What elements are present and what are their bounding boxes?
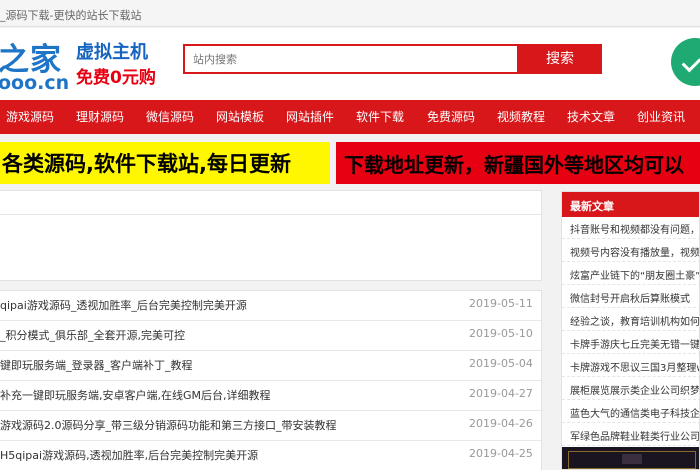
main-nav: 游戏源码 理财源码 微信源码 网站模板 网站插件 软件下载 免费源码 视频教程 … [0, 100, 700, 134]
article-title[interactable]: 游戏源码2.0源码分享_带三级分销源码功能和第三方接口_带安装教程 [0, 417, 440, 433]
nav-item-startup-news[interactable]: 创业资讯 [637, 100, 685, 134]
search-button[interactable]: 搜索 [518, 44, 602, 74]
nav-item-tech-articles[interactable]: 技术文章 [567, 100, 615, 134]
sidebar-article[interactable]: 蓝色大气的通信类电子科技企业 [562, 401, 699, 423]
browser-title-bar: _源码下载-更快的站长下载站 [0, 0, 700, 27]
banner-left-text: 各类源码,软件下载站,每日更新 [2, 152, 291, 176]
article-date: 2019-05-11 [469, 297, 533, 310]
list-item[interactable]: 补充一键即玩服务端,安卓客户端,在线GM后台,详细教程 2019-04-27 [0, 381, 541, 411]
site-logo-domain[interactable]: ooo.cn [0, 72, 69, 94]
sidebar-article[interactable]: 炫富产业链下的“朋友圈土豪” [562, 263, 699, 285]
page-title: _源码下载-更快的站长下载站 [0, 9, 142, 22]
site-header: 之家 ooo.cn 虚拟主机 免费0元购 搜索 [0, 28, 700, 100]
nav-item-wechat-source[interactable]: 微信源码 [146, 100, 194, 134]
sidebar-article-title[interactable]: 微信封号开启秋后算账模式 [570, 290, 690, 305]
article-title[interactable]: 补充一键即玩服务端,安卓客户端,在线GM后台,详细教程 [0, 387, 440, 403]
banner-right-text: 下载地址更新，新疆国外等地区均可以 [344, 153, 684, 177]
sidebar-article[interactable]: 抖音账号和视频都没有问题，为 [562, 217, 699, 239]
search-input[interactable] [183, 44, 519, 74]
list-item[interactable]: _积分模式_俱乐部_全套开源,完美可控 2019-05-10 [0, 321, 541, 351]
sidebar-article-title[interactable]: 军绿色品牌鞋业鞋类行业公司织 [570, 428, 699, 443]
article-date: 2019-04-26 [469, 417, 533, 430]
nav-item-game-source[interactable]: 游戏源码 [6, 100, 54, 134]
sidebar-article-title[interactable]: 卡牌游戏不思议三国3月整理wi [570, 359, 699, 374]
nav-item-software[interactable]: 软件下载 [356, 100, 404, 134]
content-panel [0, 190, 542, 281]
sidebar-article-title[interactable]: 卡牌手游庆七丘完美无错一键即 [570, 336, 699, 351]
hosting-ad-subtitle[interactable]: 免费0元购 [76, 63, 156, 88]
sidebar-article-title[interactable]: 抖音账号和视频都没有问题，为 [570, 221, 699, 236]
list-item[interactable]: 键即玩服务端_登录器_客户端补丁_教程 2019-05-04 [0, 351, 541, 381]
nav-item-finance-source[interactable]: 理财源码 [76, 100, 124, 134]
sidebar-article-title[interactable]: 经验之谈，教育培训机构如何做 [570, 313, 699, 328]
sidebar-article-title[interactable]: 蓝色大气的通信类电子科技企业 [570, 405, 699, 420]
article-title[interactable]: 键即玩服务端_登录器_客户端补丁_教程 [0, 357, 440, 373]
article-date: 2019-04-27 [469, 387, 533, 400]
hosting-ad-title[interactable]: 虚拟主机 [76, 38, 148, 64]
sidebar-article[interactable]: 卡牌手游庆七丘完美无错一键即 [562, 332, 699, 354]
list-item[interactable]: 游戏源码2.0源码分享_带三级分销源码功能和第三方接口_带安装教程 2019-0… [0, 411, 541, 441]
page: _源码下载-更快的站长下载站 之家 ooo.cn 虚拟主机 免费0元购 搜索 游… [0, 0, 700, 470]
sidebar-title: 最新文章 [570, 200, 614, 213]
list-item[interactable]: H5qipai游戏源码,透视加胜率,后台完美控制完美开源 2019-04-25 [0, 441, 541, 470]
article-date: 2019-05-04 [469, 357, 533, 370]
sidebar-article[interactable]: 军绿色品牌鞋业鞋类行业公司织 [562, 424, 699, 446]
sidebar-article-title[interactable]: 炫富产业链下的“朋友圈土豪” [570, 267, 699, 282]
list-item[interactable]: qipai游戏源码_透视加胜率_后台完美控制完美开源 2019-05-11 [0, 291, 541, 321]
sidebar-ad-image[interactable] [562, 447, 699, 469]
article-title[interactable]: H5qipai游戏源码,透视加胜率,后台完美控制完美开源 [0, 447, 440, 463]
nav-item-video-tutorials[interactable]: 视频教程 [497, 100, 545, 134]
check-badge-icon[interactable] [671, 38, 700, 86]
sidebar-header: 最新文章 [562, 192, 699, 217]
article-date: 2019-04-25 [469, 447, 533, 460]
nav-item-free-source[interactable]: 免费源码 [427, 100, 475, 134]
sidebar-article[interactable]: 经验之谈，教育培训机构如何做 [562, 309, 699, 331]
sidebar-article[interactable]: 视频号内容没有播放量，视频号 [562, 240, 699, 262]
article-title[interactable]: qipai游戏源码_透视加胜率_后台完美控制完美开源 [0, 297, 440, 313]
nav-item-plugins[interactable]: 网站插件 [286, 100, 334, 134]
sidebar-article[interactable]: 微信封号开启秋后算账模式 [562, 286, 699, 308]
sidebar-article-title[interactable]: 视频号内容没有播放量，视频号 [570, 244, 699, 259]
article-list: qipai游戏源码_透视加胜率_后台完美控制完美开源 2019-05-11 _积… [0, 290, 542, 470]
banner-left[interactable]: 各类源码,软件下载站,每日更新 [0, 142, 330, 184]
sidebar-article[interactable]: 卡牌游戏不思议三国3月整理wi [562, 355, 699, 377]
article-title[interactable]: _积分模式_俱乐部_全套开源,完美可控 [0, 327, 440, 343]
sidebar-article-title[interactable]: 展柜展览展示类企业公司织梦模 [570, 382, 699, 397]
article-date: 2019-05-10 [469, 327, 533, 340]
sidebar-article[interactable]: 展柜展览展示类企业公司织梦模 [562, 378, 699, 400]
banner-right[interactable]: 下载地址更新，新疆国外等地区均可以 [336, 142, 700, 184]
latest-articles-sidebar: 最新文章 抖音账号和视频都没有问题，为 视频号内容没有播放量，视频号 炫富产业链… [561, 191, 700, 470]
nav-item-templates[interactable]: 网站模板 [216, 100, 264, 134]
